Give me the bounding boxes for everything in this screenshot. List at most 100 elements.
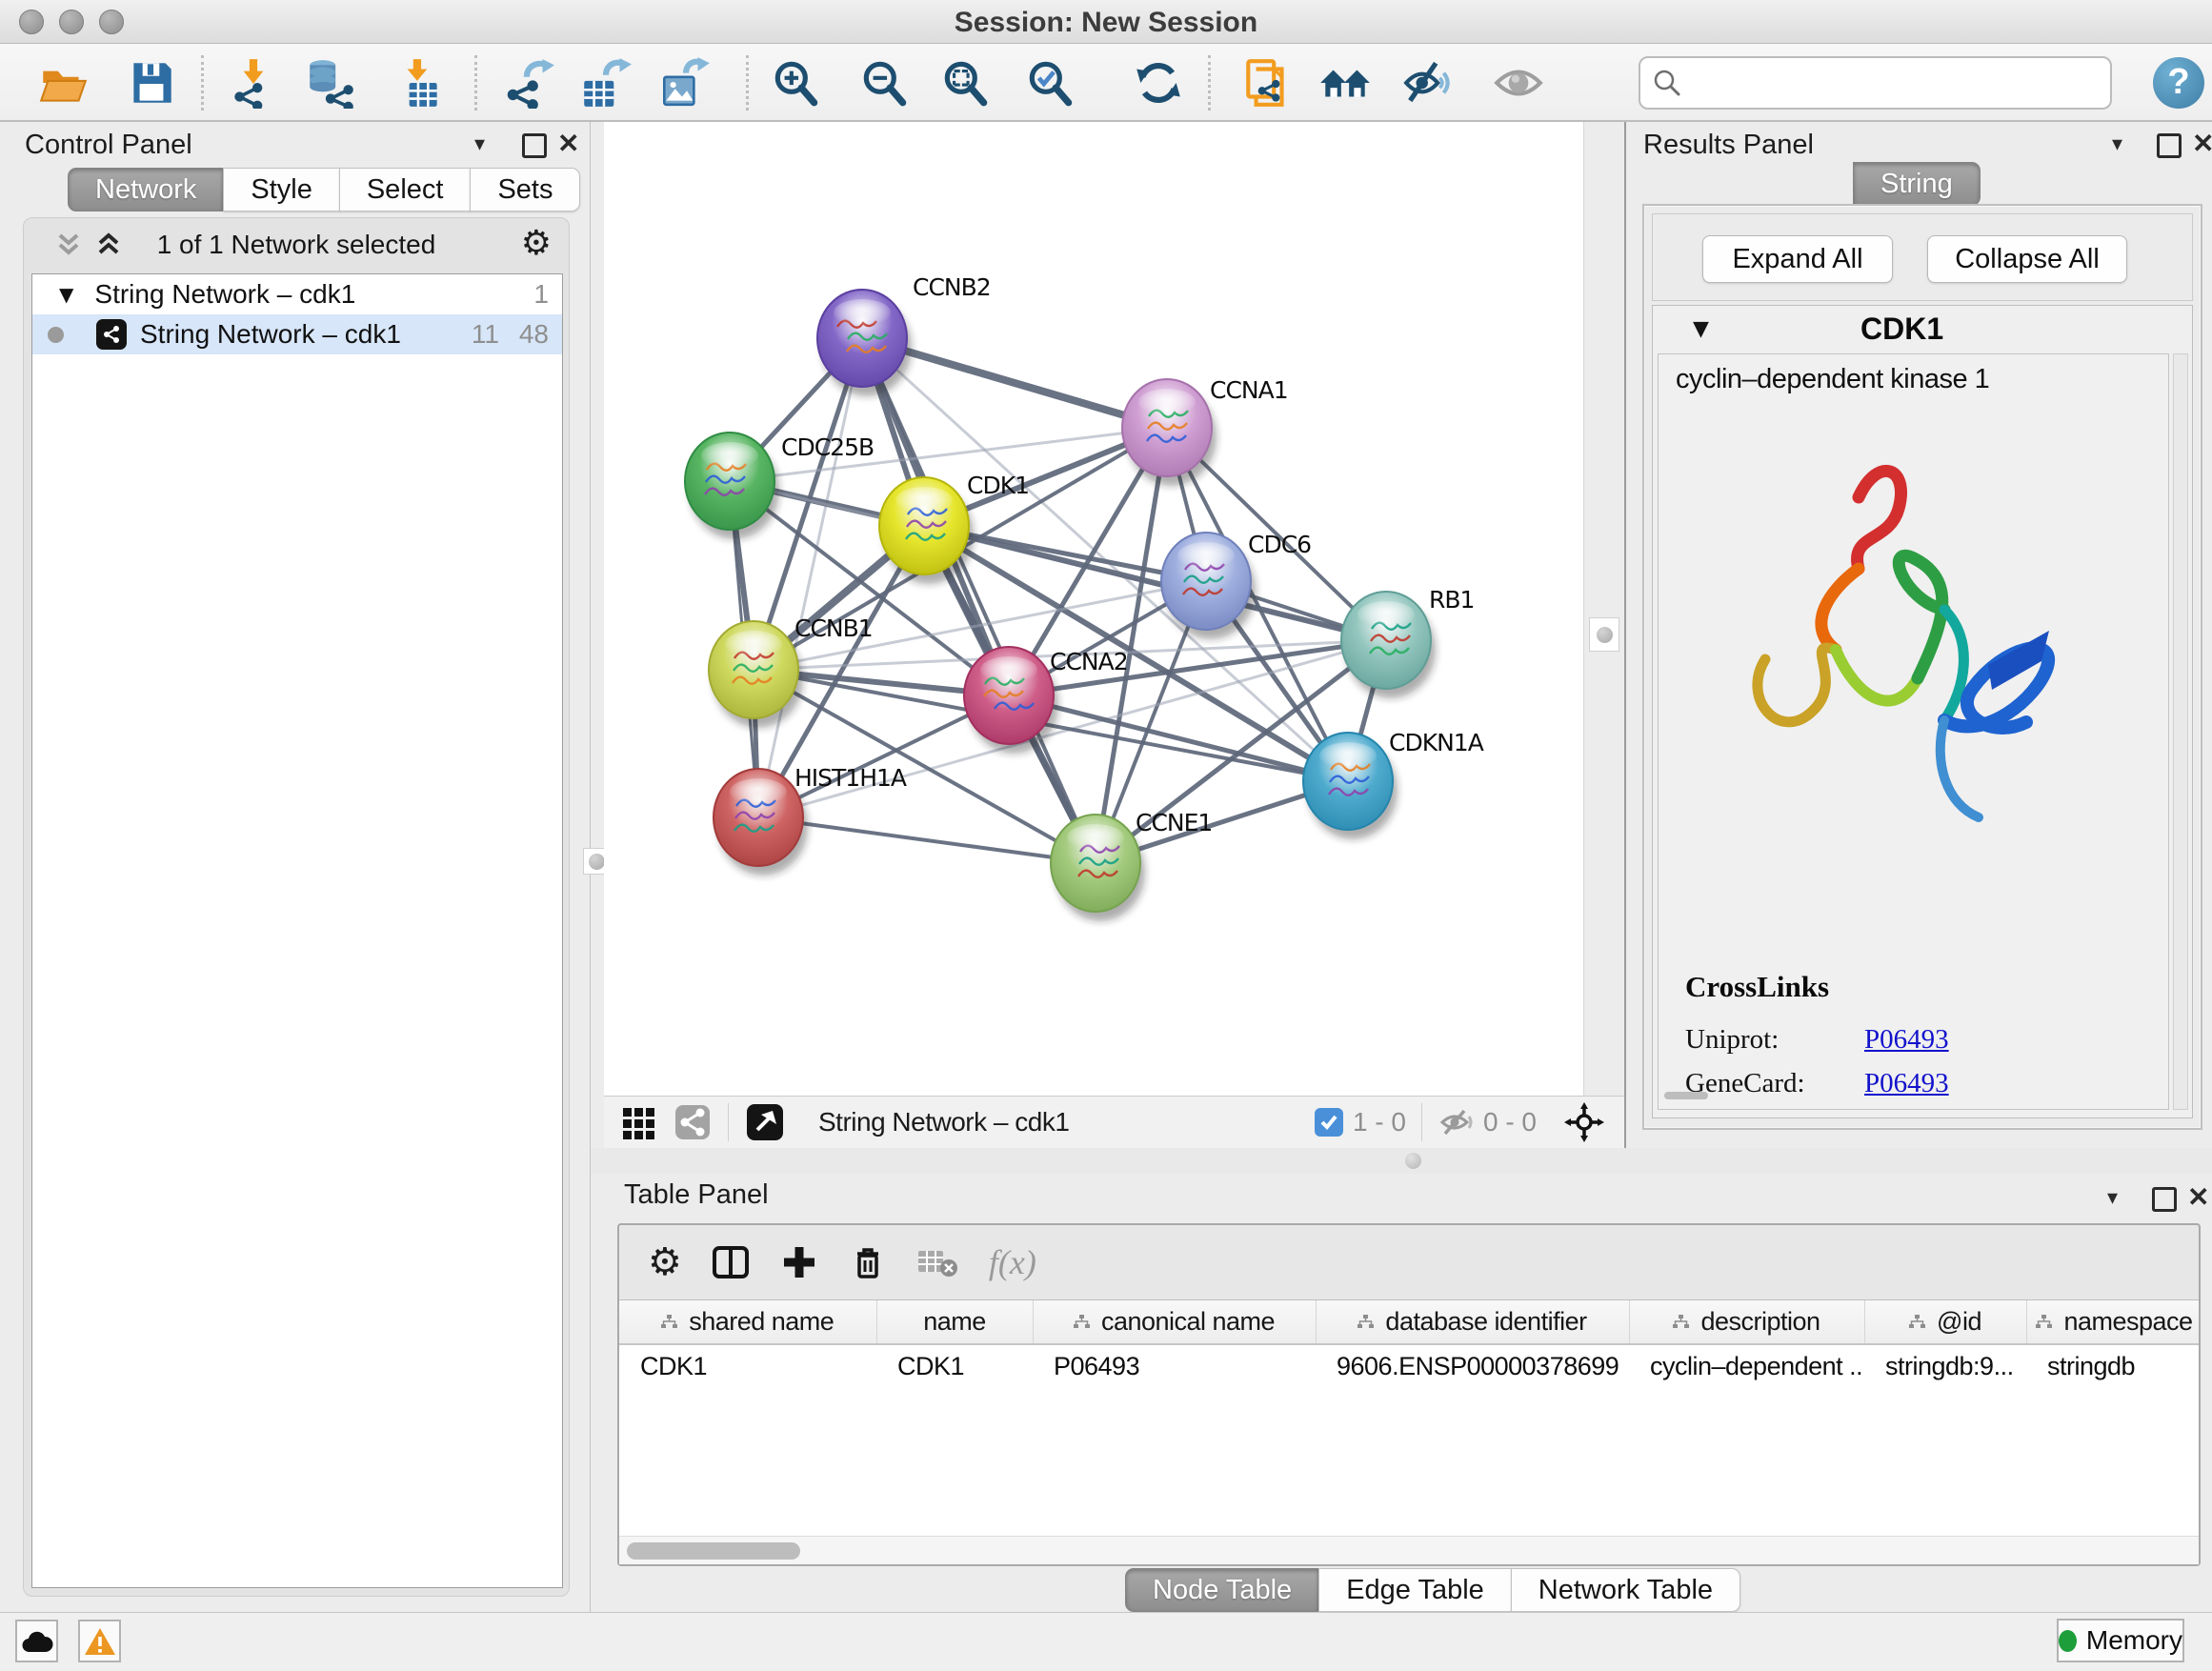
- network-graph[interactable]: CCNB2CCNA1CDC25BCDK1CDC6RB1CCNB1CCNA2CDK…: [604, 122, 1583, 1100]
- node-CCNA2[interactable]: [964, 647, 1054, 744]
- right-splitter[interactable]: [1583, 122, 1622, 1096]
- table-hscrollbar[interactable]: [619, 1536, 2199, 1564]
- column-header-namespace[interactable]: namespace: [2026, 1300, 2199, 1344]
- network-canvas[interactable]: CCNB2CCNA1CDC25BCDK1CDC6RB1CCNB1CCNA2CDK…: [604, 122, 1583, 1096]
- column-header-label: canonical name: [1101, 1307, 1275, 1337]
- entry-hscroll-thumb[interactable]: [1664, 1092, 1708, 1099]
- import-network-database-icon[interactable]: [303, 57, 358, 109]
- window-title: Session: New Session: [0, 7, 2212, 39]
- zoom-out-icon[interactable]: [857, 57, 913, 109]
- table-hscroll-thumb[interactable]: [627, 1542, 800, 1560]
- crosslink-link[interactable]: P06493: [1864, 1024, 1949, 1056]
- open-session-icon[interactable]: [36, 57, 91, 109]
- column-header-name[interactable]: name: [876, 1300, 1033, 1344]
- eye-disabled-icon[interactable]: [1491, 57, 1546, 109]
- refresh-icon[interactable]: [1131, 57, 1186, 109]
- table-cell[interactable]: 9606.ENSP00000378699: [1316, 1344, 1629, 1388]
- selected-checkbox-icon[interactable]: [1315, 1108, 1343, 1137]
- hide-show-eye-icon[interactable]: [1402, 57, 1458, 109]
- hidden-eye-icon[interactable]: [1439, 1107, 1474, 1137]
- panel-collapse-icon[interactable]: ▾: [474, 128, 485, 160]
- entry-vscrollbar[interactable]: [2173, 353, 2188, 1110]
- network-collection-row[interactable]: ▼ String Network – cdk1 1: [32, 274, 562, 314]
- node-RB1[interactable]: [1341, 592, 1431, 689]
- search-input[interactable]: [1692, 64, 2101, 102]
- panel-float-icon[interactable]: [522, 133, 547, 158]
- panel-close-icon[interactable]: ✕: [2192, 128, 2212, 160]
- share-document-icon[interactable]: [1240, 57, 1296, 109]
- import-network-file-icon[interactable]: [226, 57, 281, 109]
- node-CCNB1[interactable]: [709, 621, 798, 718]
- fit-content-crosshair-icon[interactable]: [1563, 1101, 1605, 1143]
- horizontal-splitter[interactable]: [591, 1148, 2212, 1174]
- zoom-fit-icon[interactable]: [938, 57, 994, 109]
- import-table-icon[interactable]: [392, 57, 447, 109]
- function-builder-icon[interactable]: f(x): [989, 1242, 1036, 1282]
- tab-style[interactable]: Style: [223, 168, 339, 211]
- table-cell[interactable]: stringdb: [2026, 1344, 2199, 1388]
- node-CCNE1[interactable]: [1051, 815, 1140, 912]
- table-row[interactable]: CDK1CDK1P064939606.ENSP00000378699cyclin…: [619, 1344, 2199, 1388]
- export-image-icon[interactable]: [656, 57, 712, 109]
- network-home-icon[interactable]: [1317, 57, 1373, 109]
- help-button[interactable]: ?: [2153, 57, 2204, 109]
- right-splitter-handle[interactable]: [1589, 617, 1619, 652]
- panel-float-icon[interactable]: [2157, 133, 2182, 158]
- network-row-selected[interactable]: String Network – cdk1 11 48: [32, 314, 562, 354]
- node-CCNB2[interactable]: [817, 290, 907, 387]
- save-session-icon[interactable]: [124, 57, 179, 109]
- tab-string[interactable]: String: [1853, 162, 1981, 206]
- shared-column-icon: [661, 1315, 677, 1329]
- crosslink-link[interactable]: P06493: [1864, 1068, 1949, 1099]
- warning-status-button[interactable]: [78, 1620, 121, 1662]
- node-CDC25B[interactable]: [685, 433, 774, 530]
- tab-sets[interactable]: Sets: [470, 168, 580, 211]
- tab-node-table[interactable]: Node Table: [1125, 1568, 1319, 1612]
- add-column-icon[interactable]: [779, 1242, 819, 1282]
- tab-network[interactable]: Network: [68, 168, 224, 211]
- horizontal-splitter-handle[interactable]: [1405, 1153, 1421, 1169]
- collapse-all-button[interactable]: Collapse All: [1927, 235, 2127, 283]
- node-CDC6[interactable]: [1161, 533, 1251, 630]
- table-cell[interactable]: CDK1: [876, 1344, 1033, 1388]
- column-header-shared-name[interactable]: shared name: [619, 1300, 876, 1344]
- birds-eye-view-icon[interactable]: [746, 1103, 784, 1141]
- column-header--id[interactable]: @id: [1864, 1300, 2026, 1344]
- delete-table-icon[interactable]: [916, 1243, 960, 1281]
- export-network-icon[interactable]: [501, 57, 556, 109]
- table-cell[interactable]: P06493: [1033, 1344, 1316, 1388]
- delete-column-icon[interactable]: [848, 1242, 888, 1282]
- tab-edge-table[interactable]: Edge Table: [1318, 1568, 1512, 1612]
- tab-select[interactable]: Select: [339, 168, 472, 211]
- tree-expander-icon[interactable]: ▼: [59, 283, 73, 306]
- node-HIST1H1A[interactable]: [714, 769, 803, 866]
- memory-button[interactable]: Memory: [2057, 1619, 2184, 1662]
- entry-collapse-icon[interactable]: ▼: [1693, 317, 1709, 341]
- network-view-share-icon[interactable]: [674, 1104, 711, 1140]
- panel-collapse-icon[interactable]: ▾: [2107, 1181, 2118, 1214]
- column-header-canonical-name[interactable]: canonical name: [1033, 1300, 1316, 1344]
- node-CCNA1[interactable]: [1122, 379, 1212, 476]
- node-CDK1[interactable]: [879, 477, 969, 574]
- tab-network-table[interactable]: Network Table: [1511, 1568, 1740, 1612]
- node-CDKN1A[interactable]: [1303, 733, 1393, 830]
- expand-all-button[interactable]: Expand All: [1702, 235, 1893, 283]
- zoom-selected-icon[interactable]: [1023, 57, 1078, 109]
- grid-view-icon[interactable]: [621, 1104, 657, 1140]
- panel-collapse-icon[interactable]: ▾: [2112, 128, 2122, 160]
- show-columns-icon[interactable]: [711, 1242, 751, 1282]
- export-table-icon[interactable]: [578, 57, 633, 109]
- table-cell[interactable]: stringdb:9...: [1864, 1344, 2026, 1388]
- table-cell[interactable]: cyclin–dependent ...: [1629, 1344, 1864, 1388]
- cloud-status-button[interactable]: [15, 1620, 58, 1662]
- table-options-gear-icon[interactable]: ⚙: [648, 1240, 682, 1284]
- column-header-database-identifier[interactable]: database identifier: [1316, 1300, 1629, 1344]
- table-cell[interactable]: CDK1: [619, 1344, 876, 1388]
- panel-float-icon[interactable]: [2152, 1187, 2177, 1212]
- network-options-gear-icon[interactable]: ⚙: [521, 224, 552, 263]
- left-splitter[interactable]: [591, 122, 604, 1148]
- panel-close-icon[interactable]: ✕: [2187, 1181, 2209, 1214]
- column-header-description[interactable]: description: [1629, 1300, 1864, 1344]
- panel-close-icon[interactable]: ✕: [557, 128, 579, 160]
- zoom-in-icon[interactable]: [769, 57, 824, 109]
